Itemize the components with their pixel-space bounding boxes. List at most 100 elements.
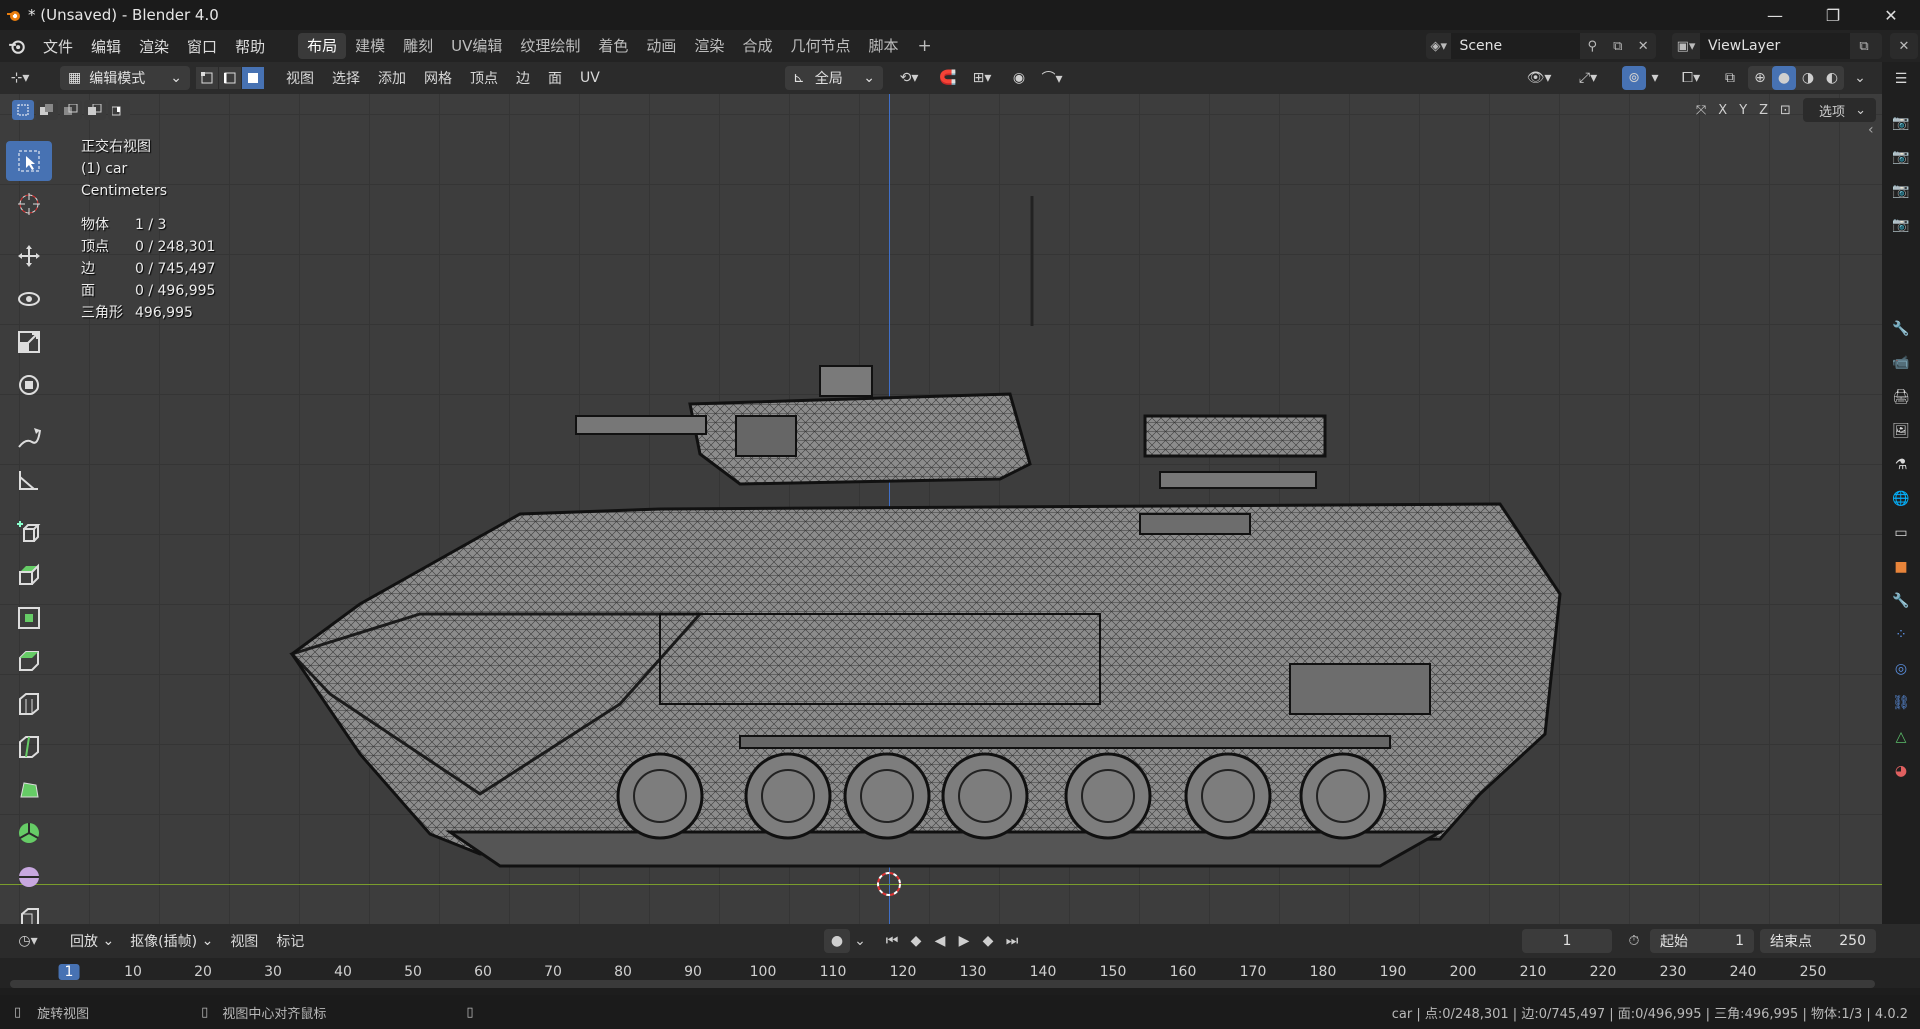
delete-scene-icon[interactable]: ✕ bbox=[1631, 33, 1656, 59]
maximize-button[interactable]: ❐ bbox=[1804, 0, 1862, 30]
menu-render[interactable]: 渲染 bbox=[130, 36, 178, 57]
constraints-properties-icon[interactable]: ⛓ bbox=[1882, 686, 1920, 720]
menu-mesh[interactable]: 网格 bbox=[415, 68, 461, 88]
material-shading-icon[interactable]: ◑ bbox=[1796, 66, 1820, 90]
close-button[interactable]: ✕ bbox=[1862, 0, 1920, 30]
end-frame-field[interactable]: 结束点 250 bbox=[1760, 929, 1876, 953]
minimize-button[interactable]: — bbox=[1746, 0, 1804, 30]
play-reverse-icon[interactable]: ◀ bbox=[928, 929, 952, 953]
mesh-edit-overlays-icon[interactable]: ⧠▾ bbox=[1672, 66, 1710, 90]
render-properties-icon[interactable]: 📹 bbox=[1882, 346, 1920, 380]
mode-dropdown[interactable]: ▦ 编辑模式 ⌄ bbox=[60, 66, 190, 90]
view-layer-icon[interactable]: ▣▾ bbox=[1672, 33, 1700, 59]
3d-viewport[interactable]: ⤧ X Y Z ⊡ 选项 ⌄ 正交右视图 (1) car Centimeters bbox=[0, 94, 1882, 924]
sidebar-toggle-chevron-icon[interactable]: ‹ bbox=[1868, 122, 1874, 138]
gizmo-toggle-icon[interactable]: ⤢▾ bbox=[1568, 66, 1608, 90]
snap-target-icon[interactable]: ⊞▾ bbox=[962, 66, 1002, 90]
timeline-editor-icon[interactable]: ◷▾ bbox=[6, 929, 50, 953]
material-properties-icon[interactable]: ◕ bbox=[1882, 754, 1920, 788]
scene-icon[interactable]: ◈▾ bbox=[1426, 33, 1451, 59]
vertex-select-icon[interactable] bbox=[196, 67, 218, 89]
tab-rendering[interactable]: 渲染 bbox=[685, 33, 733, 59]
prev-keyframe-icon[interactable]: ◆ bbox=[904, 929, 928, 953]
camera-view-icon[interactable]: 📷 bbox=[1882, 140, 1920, 174]
add-workspace-button[interactable]: + bbox=[907, 36, 941, 56]
editor-type-icon[interactable]: ⊹▾ bbox=[0, 66, 40, 90]
solid-shading-icon[interactable]: ● bbox=[1772, 66, 1796, 90]
data-properties-icon[interactable]: △ bbox=[1882, 720, 1920, 754]
ruler-current-frame[interactable]: 1 bbox=[58, 964, 80, 980]
overlays-toggle-icon[interactable]: ⊚ bbox=[1622, 66, 1646, 90]
pivot-point-icon[interactable]: ⟲▾ bbox=[894, 66, 924, 90]
tab-texture-paint[interactable]: 纹理绘制 bbox=[511, 33, 589, 59]
tab-shading[interactable]: 着色 bbox=[589, 33, 637, 59]
chevron-down-icon[interactable]: ⌄ bbox=[850, 929, 870, 953]
pin-icon[interactable]: ⚲ bbox=[1580, 33, 1605, 59]
next-keyframe-icon[interactable]: ◆ bbox=[976, 929, 1000, 953]
xray-toggle-icon[interactable]: ⧉ bbox=[1718, 66, 1742, 90]
particles-properties-icon[interactable]: ⁘ bbox=[1882, 618, 1920, 652]
face-select-icon[interactable] bbox=[242, 67, 264, 89]
menu-uv[interactable]: UV bbox=[571, 70, 609, 86]
blender-menu-icon[interactable] bbox=[0, 37, 34, 55]
scene-selector[interactable]: ◈▾ Scene ⚲ ⧉ ✕ bbox=[1426, 33, 1656, 59]
edge-select-icon[interactable] bbox=[219, 67, 241, 89]
jump-end-icon[interactable]: ⏭ bbox=[1000, 929, 1024, 953]
delete-view-layer-button[interactable]: ✕ bbox=[1890, 33, 1918, 59]
transform-orientation-dropdown[interactable]: ⊾ 全局 ⌄ bbox=[785, 66, 883, 90]
tool-properties-icon[interactable]: 🔧 bbox=[1882, 312, 1920, 346]
new-scene-icon[interactable]: ⧉ bbox=[1605, 33, 1630, 59]
tab-scripting[interactable]: 脚本 bbox=[859, 33, 907, 59]
world-properties-icon[interactable]: 🌐 bbox=[1882, 482, 1920, 516]
camera-view-icon[interactable]: 📷 bbox=[1882, 106, 1920, 140]
outliner-toggle-icon[interactable]: ☰ bbox=[1882, 62, 1920, 96]
tab-modeling[interactable]: 建模 bbox=[346, 33, 394, 59]
view-layer-selector[interactable]: ▣▾ ViewLayer ⧉ bbox=[1672, 33, 1882, 59]
output-properties-icon[interactable]: 🖨 bbox=[1882, 380, 1920, 414]
camera-view-icon[interactable]: 📷 bbox=[1882, 174, 1920, 208]
shading-options-chevron-icon[interactable]: ⌄ bbox=[1850, 66, 1870, 90]
proportional-edit-icon[interactable]: ◉ bbox=[1008, 66, 1030, 90]
jump-start-icon[interactable]: ⏮ bbox=[880, 929, 904, 953]
view-layer-name-field[interactable]: ViewLayer bbox=[1700, 33, 1850, 59]
rendered-shading-icon[interactable]: ◐ bbox=[1820, 66, 1844, 90]
falloff-icon[interactable]: ⌒▾ bbox=[1034, 66, 1070, 90]
tank-mesh-object[interactable] bbox=[0, 94, 1882, 924]
menu-window[interactable]: 窗口 bbox=[178, 36, 226, 57]
scene-properties-icon[interactable]: ⚗ bbox=[1882, 448, 1920, 482]
timeline-marker-menu[interactable]: 标记 bbox=[267, 931, 313, 951]
timeline-view-menu[interactable]: 视图 bbox=[221, 931, 267, 951]
tab-sculpting[interactable]: 雕刻 bbox=[394, 33, 442, 59]
collection-properties-icon[interactable]: ▭ bbox=[1882, 516, 1920, 550]
menu-view[interactable]: 视图 bbox=[277, 68, 323, 88]
menu-help[interactable]: 帮助 bbox=[226, 36, 274, 57]
timeline-scrollbar[interactable] bbox=[10, 980, 1875, 988]
current-frame-field[interactable]: 1 bbox=[1522, 929, 1612, 953]
tab-layout[interactable]: 布局 bbox=[298, 33, 347, 59]
play-icon[interactable]: ▶ bbox=[952, 929, 976, 953]
wireframe-shading-icon[interactable]: ⊕ bbox=[1748, 66, 1772, 90]
menu-add[interactable]: 添加 bbox=[369, 68, 415, 88]
menu-file[interactable]: 文件 bbox=[34, 36, 82, 57]
tab-compositing[interactable]: 合成 bbox=[733, 33, 781, 59]
view-layer-properties-icon[interactable]: 🖼 bbox=[1882, 414, 1920, 448]
playback-dropdown[interactable]: 回放 ⌄ bbox=[62, 929, 122, 953]
menu-select[interactable]: 选择 bbox=[323, 68, 369, 88]
scene-name-field[interactable]: Scene bbox=[1451, 33, 1580, 59]
new-view-layer-icon[interactable]: ⧉ bbox=[1850, 33, 1878, 59]
start-frame-field[interactable]: 起始 1 bbox=[1650, 929, 1754, 953]
record-icon[interactable]: ● bbox=[824, 929, 850, 953]
visibility-icon[interactable]: 👁▾ bbox=[1520, 66, 1558, 90]
chevron-down-icon[interactable]: ▾ bbox=[1648, 66, 1662, 90]
menu-face[interactable]: 面 bbox=[539, 68, 571, 88]
menu-edit[interactable]: 编辑 bbox=[82, 36, 130, 57]
keying-dropdown[interactable]: 抠像(插帧) ⌄ bbox=[122, 929, 221, 953]
x-icon[interactable]: ✕ bbox=[1890, 33, 1918, 59]
object-properties-icon[interactable]: ■ bbox=[1882, 550, 1920, 584]
use-preview-range-icon[interactable]: ⏱ bbox=[1622, 929, 1646, 953]
physics-properties-icon[interactable]: ◎ bbox=[1882, 652, 1920, 686]
modifier-properties-icon[interactable]: 🔧 bbox=[1882, 584, 1920, 618]
tab-geometry-nodes[interactable]: 几何节点 bbox=[781, 33, 859, 59]
snap-toggle-icon[interactable]: 🧲 bbox=[934, 66, 962, 90]
camera-view-icon[interactable]: 📷 bbox=[1882, 208, 1920, 242]
